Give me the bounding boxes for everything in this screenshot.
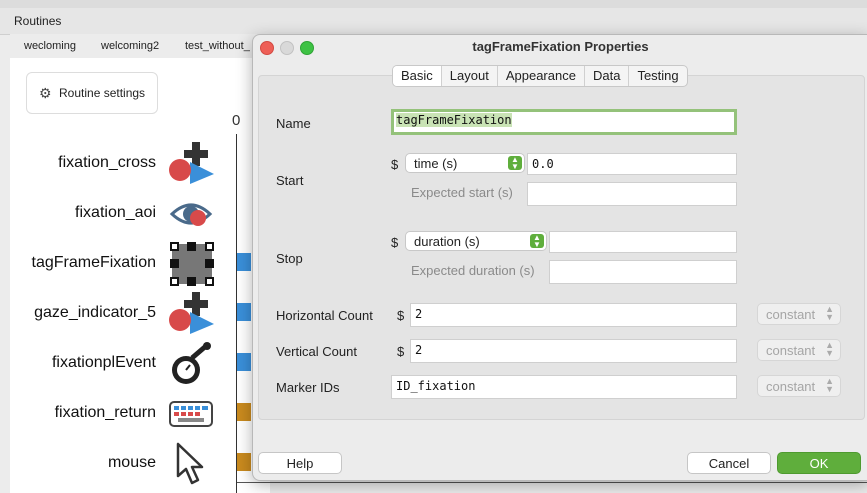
name-value: tagFrameFixation xyxy=(396,113,512,127)
window-top-strip xyxy=(0,0,867,8)
component-name: fixation_cross xyxy=(58,154,156,171)
eye-aoi-icon xyxy=(169,203,213,226)
routine-canvas: ⚙ Routine settings fixation_cross fixati… xyxy=(10,58,270,493)
component-timing-bar[interactable] xyxy=(237,303,251,321)
chevron-updown-icon: ▲ ▼ xyxy=(508,156,522,171)
vertical-count-field[interactable]: 2 xyxy=(410,339,737,363)
routine-tab[interactable]: welcoming2 xyxy=(101,40,159,52)
routine-settings-label: Routine settings xyxy=(59,86,146,100)
stop-value-field[interactable] xyxy=(549,231,737,253)
stamp-icon xyxy=(172,342,211,384)
routine-tab[interactable]: test_without_ xyxy=(185,40,250,52)
dialog-tabs: Basic Layout Appearance Data Testing xyxy=(392,65,688,87)
stop-type-value: duration (s) xyxy=(414,234,480,249)
dialog-title: tagFrameFixation Properties xyxy=(472,39,649,54)
timeline-zero-label: 0 xyxy=(232,112,241,129)
vertical-update-value: constant xyxy=(766,343,816,358)
gear-icon: ⚙ xyxy=(39,85,52,101)
vertical-count-label: Vertical Count xyxy=(276,344,357,359)
horizontal-dollar: $ xyxy=(397,308,405,323)
start-label: Start xyxy=(276,173,304,188)
component-row[interactable]: fixation_return xyxy=(10,390,220,434)
start-type-value: time (s) xyxy=(414,156,458,171)
expected-duration-field[interactable] xyxy=(549,260,737,284)
component-timing-bar[interactable] xyxy=(237,403,251,421)
routine-settings-button[interactable]: ⚙ Routine settings xyxy=(26,72,158,114)
component-name: tagFrameFixation xyxy=(31,254,157,271)
name-field[interactable]: tagFrameFixation xyxy=(391,109,737,135)
help-button[interactable]: Help xyxy=(258,452,342,474)
routine-tab[interactable]: wecloming xyxy=(24,40,76,52)
component-row[interactable]: fixation_aoi xyxy=(10,190,220,234)
component-name: fixation_aoi xyxy=(75,204,156,221)
component-row[interactable]: fixationplEvent xyxy=(10,340,220,384)
tab-appearance[interactable]: Appearance xyxy=(498,66,585,86)
start-dollar: $ xyxy=(391,157,399,172)
vertical-update-select[interactable]: constant ▲ ▼ xyxy=(757,339,841,361)
shape-polygon-icon xyxy=(169,292,214,334)
start-value-field[interactable]: 0.0 xyxy=(527,153,737,175)
component-timing-bar[interactable] xyxy=(237,453,251,471)
tab-testing[interactable]: Testing xyxy=(629,66,686,86)
chevron-updown-icon: ▲ ▼ xyxy=(825,340,834,358)
component-row[interactable]: fixation_cross xyxy=(10,140,220,184)
mouse-cursor-icon xyxy=(176,442,204,485)
name-label: Name xyxy=(276,116,311,131)
properties-dialog: tagFrameFixation Properties Basic Layout… xyxy=(252,34,867,481)
stop-type-select[interactable]: duration (s) ▲ ▼ xyxy=(405,231,547,251)
component-name: fixationplEvent xyxy=(51,354,156,371)
component-row[interactable]: mouse xyxy=(10,440,220,485)
tab-layout[interactable]: Layout xyxy=(442,66,498,86)
stop-label: Stop xyxy=(276,251,303,266)
keyboard-icon xyxy=(169,401,213,427)
marker-ids-field[interactable]: ID_fixation xyxy=(391,375,737,399)
expected-start-field[interactable] xyxy=(527,182,737,206)
expected-duration-label: Expected duration (s) xyxy=(411,263,535,278)
chevron-updown-icon: ▲ ▼ xyxy=(825,376,834,394)
vertical-dollar: $ xyxy=(397,344,405,359)
horizontal-update-select[interactable]: constant ▲ ▼ xyxy=(757,303,841,325)
tab-basic[interactable]: Basic xyxy=(393,66,442,86)
horizontal-update-value: constant xyxy=(766,307,816,322)
tab-data[interactable]: Data xyxy=(585,66,630,86)
dialog-titlebar[interactable]: tagFrameFixation Properties xyxy=(253,35,867,59)
routines-title: Routines xyxy=(14,14,62,28)
marker-grid-icon xyxy=(170,242,214,286)
marker-update-select[interactable]: constant ▲ ▼ xyxy=(757,375,841,397)
chevron-updown-icon: ▲ ▼ xyxy=(825,304,834,322)
shape-polygon-icon xyxy=(169,142,214,184)
routines-panel-header: Routines xyxy=(0,8,867,35)
horizontal-count-field[interactable]: 2 xyxy=(410,303,737,327)
marker-update-value: constant xyxy=(766,379,816,394)
expected-start-label: Expected start (s) xyxy=(411,185,513,200)
horizontal-count-label: Horizontal Count xyxy=(276,308,373,323)
start-type-select[interactable]: time (s) ▲ ▼ xyxy=(405,153,525,173)
routine-tabs: wecloming welcoming2 test_without_ xyxy=(10,34,270,58)
ok-button[interactable]: OK xyxy=(777,452,861,474)
component-row[interactable]: tagFrameFixation xyxy=(10,240,220,286)
component-name: fixation_return xyxy=(54,404,156,421)
stop-dollar: $ xyxy=(391,235,399,250)
cancel-button[interactable]: Cancel xyxy=(687,452,771,474)
component-name: mouse xyxy=(107,454,156,471)
component-row[interactable]: gaze_indicator_5 xyxy=(10,290,220,334)
component-timing-bar[interactable] xyxy=(237,253,251,271)
chevron-updown-icon: ▲ ▼ xyxy=(530,234,544,249)
marker-ids-label: Marker IDs xyxy=(276,380,340,395)
component-timing-bar[interactable] xyxy=(237,353,251,371)
component-name: gaze_indicator_5 xyxy=(34,304,156,321)
timeline-grid-line xyxy=(237,482,867,483)
